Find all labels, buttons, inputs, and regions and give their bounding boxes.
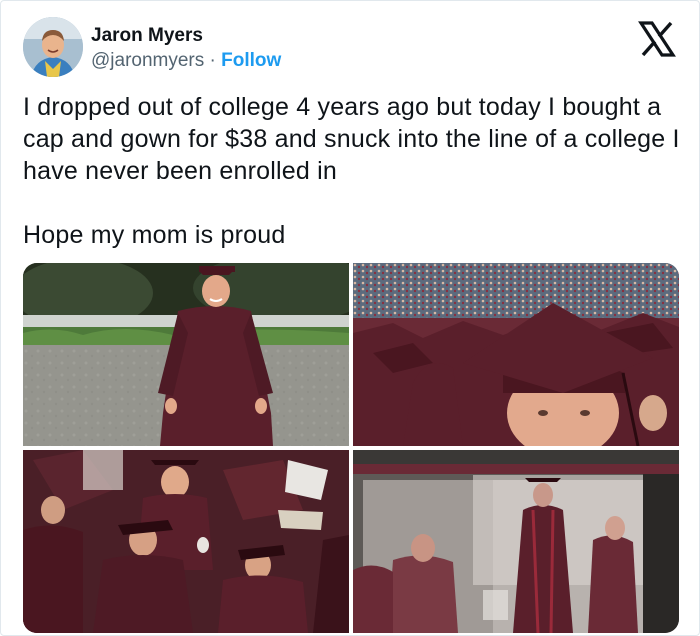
photo-crowd-selfie[interactable] (353, 263, 679, 446)
tweet-card: Jaron Myers @jaronmyers · Follow I dropp… (0, 0, 700, 636)
photo-ceremony-lineup[interactable] (23, 450, 349, 633)
author-name[interactable]: Jaron Myers (91, 25, 203, 47)
follow-button[interactable]: Follow (221, 50, 281, 71)
photo-posing-cap-gown[interactable] (23, 263, 349, 446)
tweet-text: I dropped out of college 4 years ago but… (23, 91, 683, 251)
author-handle[interactable]: @jaronmyers (91, 50, 204, 71)
photo-jumbotron[interactable] (353, 450, 679, 633)
x-logo-icon[interactable] (637, 19, 677, 59)
author-handle-row: @jaronmyers · Follow (91, 50, 281, 72)
author-avatar[interactable] (23, 17, 83, 77)
separator-dot: · (209, 50, 216, 71)
avatar-image (23, 17, 83, 77)
tweet-paragraph: Hope my mom is proud (23, 221, 286, 249)
tweet-paragraph: I dropped out of college 4 years ago but… (23, 93, 680, 185)
media-grid (23, 263, 679, 633)
